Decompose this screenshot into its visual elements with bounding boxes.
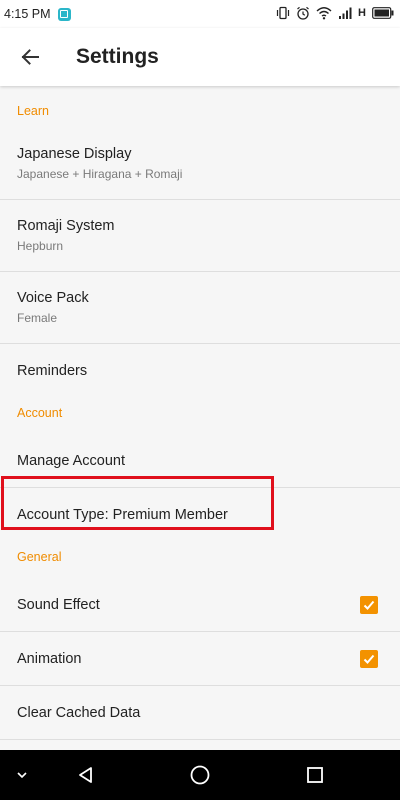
setting-value: Japanese + Hiragana + Romaji bbox=[17, 167, 183, 181]
nav-recents-button[interactable] bbox=[295, 755, 335, 795]
battery-icon bbox=[372, 7, 394, 19]
setting-romaji-system[interactable]: Romaji System Hepburn bbox=[0, 200, 400, 272]
setting-japanese-display[interactable]: Japanese Display Japanese + Hiragana + R… bbox=[0, 128, 400, 200]
setting-title: Voice Pack bbox=[17, 290, 89, 306]
back-button[interactable] bbox=[16, 43, 44, 71]
setting-clear-cached-data[interactable]: Clear Cached Data bbox=[0, 686, 400, 740]
nav-collapse-button[interactable] bbox=[2, 755, 42, 795]
section-header-learn: Learn bbox=[17, 104, 49, 118]
vibrate-icon bbox=[276, 6, 290, 20]
checkmark-icon bbox=[363, 654, 375, 664]
setting-voice-pack[interactable]: Voice Pack Female bbox=[0, 272, 400, 344]
setting-manage-account[interactable]: Manage Account bbox=[0, 434, 400, 488]
nav-back-button[interactable] bbox=[66, 755, 106, 795]
setting-value: Female bbox=[17, 311, 58, 325]
alarm-icon bbox=[297, 6, 309, 20]
setting-title: Manage Account bbox=[17, 452, 126, 469]
setting-title: Reminders bbox=[17, 363, 88, 379]
chevron-down-icon bbox=[17, 772, 27, 779]
setting-title: Japanese Display bbox=[17, 146, 132, 162]
app-bar: Settings bbox=[0, 28, 400, 86]
setting-title: Romaji System bbox=[17, 218, 115, 234]
app-notification-icon bbox=[57, 7, 71, 21]
setting-title: Account Type: Premium Member bbox=[17, 507, 228, 523]
status-bar: 4:15 PM H bbox=[0, 0, 400, 28]
status-time: 4:15 PM bbox=[4, 7, 51, 21]
wifi-icon bbox=[316, 7, 332, 20]
nav-home-button[interactable] bbox=[180, 755, 220, 795]
page-title: Settings bbox=[76, 45, 159, 68]
setting-title: Sound Effect bbox=[17, 596, 100, 613]
recents-square-icon bbox=[307, 767, 323, 783]
status-icons: H bbox=[276, 6, 394, 20]
section-header-general: General bbox=[17, 550, 62, 564]
network-type: H bbox=[358, 7, 366, 19]
animation-checkbox[interactable] bbox=[360, 649, 378, 668]
setting-title: Clear Cached Data bbox=[17, 704, 141, 721]
back-triangle-icon bbox=[79, 767, 92, 783]
arrow-left-icon bbox=[21, 49, 39, 65]
home-circle-icon bbox=[190, 765, 210, 785]
sound-effect-checkbox[interactable] bbox=[360, 595, 378, 614]
checkmark-icon bbox=[363, 600, 375, 610]
setting-account-type[interactable]: Account Type: Premium Member bbox=[0, 488, 400, 542]
nav-bar bbox=[0, 750, 400, 800]
setting-sound-effect[interactable]: Sound Effect bbox=[0, 578, 400, 632]
setting-value: Hepburn bbox=[17, 239, 64, 253]
setting-title: Animation bbox=[17, 650, 82, 667]
signal-icon bbox=[339, 7, 352, 19]
setting-animation[interactable]: Animation bbox=[0, 632, 400, 686]
section-header-account: Account bbox=[17, 406, 63, 420]
settings-list: Learn Japanese Display Japanese + Hiraga… bbox=[0, 86, 400, 750]
setting-reminders[interactable]: Reminders bbox=[0, 344, 400, 398]
